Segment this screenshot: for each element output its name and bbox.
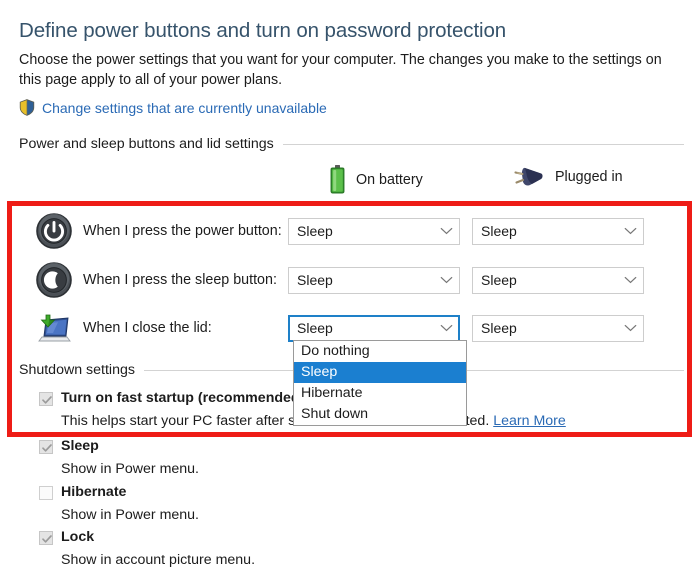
chevron-down-icon	[440, 324, 453, 332]
section-power-and-lid-label: Power and sleep buttons and lid settings	[19, 136, 274, 152]
sleep-button-icon	[33, 259, 75, 301]
chevron-down-icon	[624, 324, 637, 332]
learn-more-link[interactable]: Learn More	[493, 413, 566, 429]
setting-row-power-button-label: When I press the power button:	[83, 223, 282, 239]
setting-row-sleep-button-label: When I press the sleep button:	[83, 272, 277, 288]
column-header-plugged-in: Plugged in	[513, 165, 623, 189]
column-header-on-battery-label: On battery	[356, 171, 423, 188]
section-divider	[282, 143, 684, 145]
power-button-icon	[33, 210, 75, 252]
checkbox-fast-startup[interactable]	[39, 392, 53, 406]
power-button-plugged-in-value: Sleep	[481, 223, 517, 239]
close-lid-on-battery-value: Sleep	[297, 320, 333, 336]
checkbox-block-hibernate: Hibernate Show in Power menu.	[39, 484, 659, 523]
chevron-down-icon	[624, 276, 637, 284]
checkbox-label-fast-startup: Turn on fast startup (recommended)	[61, 390, 305, 406]
checkbox-label-sleep: Sleep	[61, 438, 99, 454]
battery-icon	[330, 165, 345, 194]
plug-icon	[513, 165, 544, 189]
checkbox-row-sleep[interactable]: Sleep	[39, 438, 659, 457]
power-button-plugged-in-combo[interactable]: Sleep	[472, 217, 644, 245]
laptop-lid-icon	[33, 307, 75, 349]
checkbox-desc-hibernate: Show in Power menu.	[61, 507, 200, 523]
checkbox-row-lock[interactable]: Lock	[39, 529, 659, 548]
checkbox-block-sleep: Sleep Show in Power menu.	[39, 438, 659, 477]
close-lid-on-battery-dropdown-list[interactable]: Do nothing Sleep Hibernate Shut down	[293, 340, 467, 426]
close-lid-plugged-in-value: Sleep	[481, 320, 517, 336]
sleep-button-on-battery-combo[interactable]: Sleep	[288, 266, 460, 294]
column-header-on-battery: On battery	[330, 165, 423, 194]
checkbox-desc-sleep: Show in Power menu.	[61, 461, 200, 477]
checkbox-block-lock: Lock Show in account picture menu.	[39, 529, 659, 568]
checkbox-label-lock: Lock	[61, 529, 95, 545]
power-button-on-battery-combo[interactable]: Sleep	[288, 217, 460, 245]
chevron-down-icon	[440, 227, 453, 235]
dropdown-option-shut-down[interactable]: Shut down	[294, 404, 466, 425]
setting-row-sleep-button: When I press the sleep button: Sleep Sle…	[33, 258, 673, 302]
dropdown-option-hibernate[interactable]: Hibernate	[294, 383, 466, 404]
checkbox-row-hibernate[interactable]: Hibernate	[39, 484, 659, 503]
intro-text: Choose the power settings that you want …	[19, 52, 662, 88]
power-options-page: Define power buttons and turn on passwor…	[0, 0, 700, 579]
checkbox-desc-lock: Show in account picture menu.	[61, 552, 256, 568]
sleep-button-plugged-in-value: Sleep	[481, 272, 517, 288]
section-shutdown-settings-label: Shutdown settings	[19, 362, 135, 378]
sleep-button-plugged-in-combo[interactable]: Sleep	[472, 266, 644, 294]
power-button-on-battery-value: Sleep	[297, 223, 333, 239]
setting-row-power-button: When I press the power button: Sleep Sle…	[33, 209, 673, 253]
dropdown-option-do-nothing[interactable]: Do nothing	[294, 341, 466, 362]
chevron-down-icon	[440, 276, 453, 284]
column-headers: On battery Plugged in	[0, 165, 700, 195]
change-settings-link-label[interactable]: Change settings that are currently unava…	[42, 100, 327, 116]
sleep-button-on-battery-value: Sleep	[297, 272, 333, 288]
checkbox-lock[interactable]	[39, 531, 53, 545]
shield-icon	[19, 99, 35, 116]
checkbox-label-hibernate: Hibernate	[61, 484, 127, 500]
section-power-and-lid: Power and sleep buttons and lid settings	[19, 136, 684, 152]
chevron-down-icon	[624, 227, 637, 235]
close-lid-on-battery-combo[interactable]: Sleep	[288, 314, 460, 342]
setting-row-close-lid-label: When I close the lid:	[83, 320, 212, 336]
change-settings-link-row[interactable]: Change settings that are currently unava…	[19, 99, 327, 116]
page-title: Define power buttons and turn on passwor…	[19, 19, 507, 42]
checkbox-sleep[interactable]	[39, 440, 53, 454]
column-header-plugged-in-label: Plugged in	[555, 169, 623, 185]
dropdown-option-sleep[interactable]: Sleep	[294, 362, 466, 383]
checkbox-hibernate[interactable]	[39, 486, 53, 500]
close-lid-plugged-in-combo[interactable]: Sleep	[472, 314, 644, 342]
